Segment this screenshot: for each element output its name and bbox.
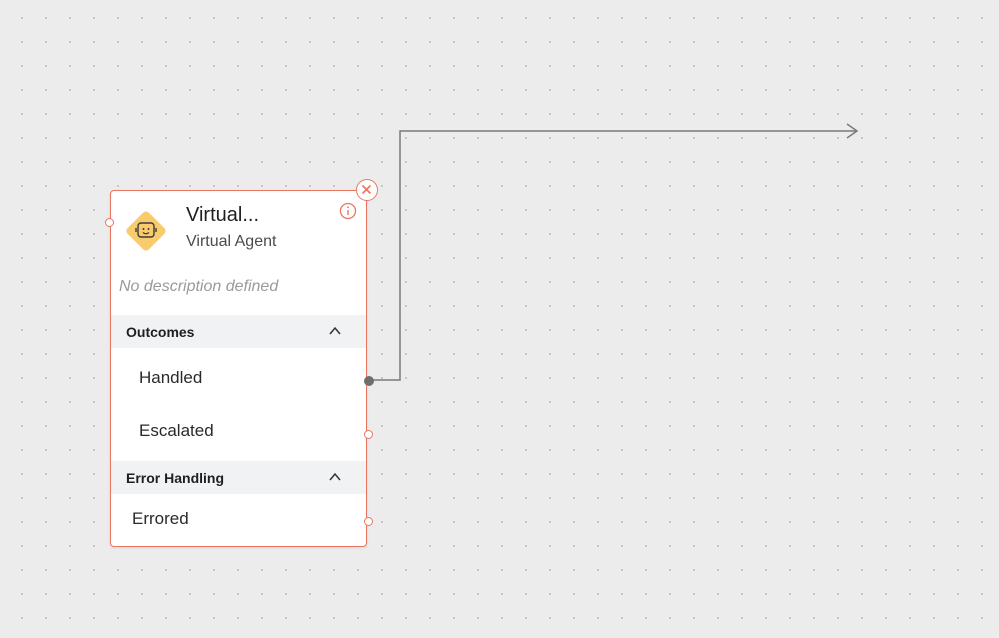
outcomes-section-header[interactable]: Outcomes	[111, 315, 366, 348]
input-port[interactable]	[105, 218, 114, 227]
virtual-agent-node[interactable]: Virtual... Virtual Agent No description …	[110, 179, 378, 547]
outcome-escalated-label: Escalated	[139, 421, 214, 440]
handled-connector[interactable]	[370, 130, 856, 381]
info-icon[interactable]	[339, 202, 357, 220]
escalated-output-port[interactable]	[364, 430, 373, 439]
errored-output-port[interactable]	[364, 517, 373, 526]
error-handling-section-header[interactable]: Error Handling	[111, 461, 366, 494]
outcomes-section-title: Outcomes	[126, 324, 195, 340]
error-errored-label: Errored	[132, 509, 189, 528]
virtual-agent-icon	[124, 209, 168, 253]
delete-node-button[interactable]	[356, 179, 378, 201]
node-title: Virtual...	[186, 204, 259, 226]
flow-canvas[interactable]: Virtual... Virtual Agent No description …	[0, 0, 999, 638]
node-type-label: Virtual Agent	[186, 233, 277, 250]
outcome-handled-label: Handled	[139, 368, 203, 387]
node-description: No description defined	[119, 278, 279, 295]
chevron-up-icon[interactable]	[328, 325, 342, 337]
chevron-up-icon[interactable]	[328, 471, 342, 483]
error-handling-section-title: Error Handling	[126, 470, 225, 486]
node-header[interactable]: Virtual... Virtual Agent	[111, 191, 366, 271]
close-icon	[361, 184, 372, 195]
handled-output-port[interactable]	[364, 376, 374, 386]
